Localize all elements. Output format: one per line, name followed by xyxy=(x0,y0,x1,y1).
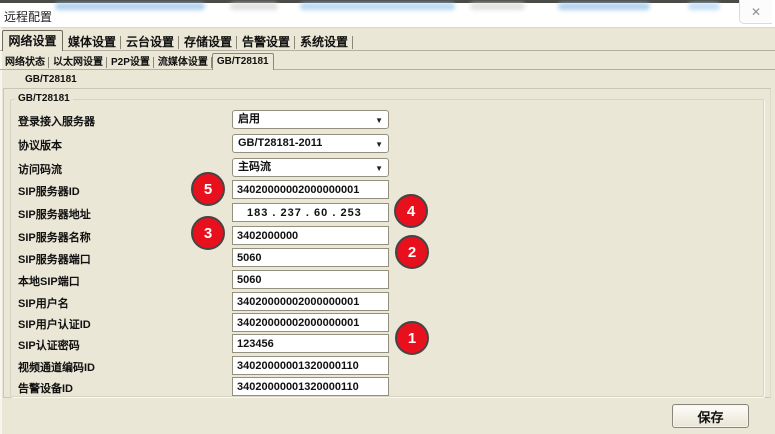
form-row-sip-user-auth-id: SIP用户认证ID xyxy=(18,313,518,332)
dropdown-value: 启用 xyxy=(238,113,260,125)
form-row-login-access-server: 登录接入服务器 启用 ▼ xyxy=(18,110,518,129)
chevron-down-icon: ▼ xyxy=(375,112,383,129)
sip-server-address-label: SIP服务器地址 xyxy=(18,206,91,222)
groupbox-legend: GB/T28181 xyxy=(15,93,73,104)
access-stream-dropdown[interactable]: 主码流 ▼ xyxy=(232,158,389,177)
sip-username-label: SIP用户名 xyxy=(18,295,69,311)
sip-server-name-label: SIP服务器名称 xyxy=(18,229,91,245)
save-button[interactable]: 保存 xyxy=(672,404,749,428)
annotation-marker-3: 3 xyxy=(191,216,225,250)
annotation-marker-4: 4 xyxy=(394,194,428,228)
window-title: 远程配置 xyxy=(4,8,52,25)
annotation-marker-2: 2 xyxy=(395,235,429,269)
local-sip-port-label: 本地SIP端口 xyxy=(18,273,80,289)
sip-server-name-input[interactable] xyxy=(232,226,389,245)
sip-auth-password-label: SIP认证密码 xyxy=(18,337,80,353)
local-sip-port-input[interactable] xyxy=(232,270,389,289)
sip-username-input[interactable] xyxy=(232,292,389,311)
tab-storage-settings[interactable]: 存储设置 xyxy=(179,34,237,51)
video-channel-id-input[interactable] xyxy=(232,356,389,375)
sip-server-port-input[interactable] xyxy=(232,248,389,267)
tab-ethernet-settings[interactable]: 以太网设置 xyxy=(49,56,107,70)
tab-p2p-settings[interactable]: P2P设置 xyxy=(107,56,154,70)
sip-server-address-input[interactable] xyxy=(232,203,389,222)
form-row-sip-username: SIP用户名 xyxy=(18,292,518,311)
tab-strip-divider xyxy=(0,69,775,70)
form-row-sip-server-address: SIP服务器地址 xyxy=(18,203,518,222)
chevron-down-icon: ▼ xyxy=(375,136,383,153)
background-blur-blob xyxy=(300,3,455,10)
form-row-sip-server-id: SIP服务器ID xyxy=(18,180,518,199)
video-channel-id-label: 视频通道编码ID xyxy=(18,359,95,375)
form-row-alarm-device-id: 告警设备ID xyxy=(18,377,518,396)
tab-ptz-settings[interactable]: 云台设置 xyxy=(121,34,179,51)
login-access-server-dropdown[interactable]: 启用 ▼ xyxy=(232,110,389,129)
page-sublabel: GB/T28181 xyxy=(25,74,77,85)
tab-gbt28181[interactable]: GB/T28181 xyxy=(212,53,274,70)
protocol-version-label: 协议版本 xyxy=(18,137,62,153)
close-icon: ✕ xyxy=(751,5,761,19)
sip-server-port-label: SIP服务器端口 xyxy=(18,251,91,267)
alarm-device-id-input[interactable] xyxy=(232,377,389,396)
tab-system-settings[interactable]: 系统设置 xyxy=(295,34,353,51)
annotation-marker-1: 1 xyxy=(395,321,429,355)
sip-server-id-input[interactable] xyxy=(232,180,389,199)
title-bar: 远程配置 ✕ xyxy=(0,0,775,27)
form-row-video-channel-id: 视频通道编码ID xyxy=(18,356,518,375)
form-row-sip-server-port: SIP服务器端口 xyxy=(18,248,518,267)
form-row-sip-auth-password: SIP认证密码 xyxy=(18,334,518,353)
background-blur-blob xyxy=(230,3,278,10)
background-blur-blob xyxy=(470,3,525,10)
tab-media-settings[interactable]: 媒体设置 xyxy=(63,34,121,51)
sip-server-id-label: SIP服务器ID xyxy=(18,183,80,199)
annotation-marker-5: 5 xyxy=(191,172,225,206)
tab-streaming-media-settings[interactable]: 流媒体设置 xyxy=(154,56,212,70)
tab-row-main: 网络设置 媒体设置 云台设置 存储设置 告警设置 系统设置 xyxy=(2,29,353,51)
background-blur-blob xyxy=(55,3,205,10)
form-row-sip-server-name: SIP服务器名称 xyxy=(18,226,518,245)
login-access-server-label: 登录接入服务器 xyxy=(18,113,95,129)
tab-alarm-settings[interactable]: 告警设置 xyxy=(237,34,295,51)
form-row-protocol-version: 协议版本 GB/T28181-2011 ▼ xyxy=(18,134,518,153)
tab-network-status[interactable]: 网络状态 xyxy=(1,56,49,70)
form-row-access-stream: 访问码流 主码流 ▼ xyxy=(18,158,518,177)
background-blur-blob xyxy=(688,3,720,10)
sip-user-auth-id-input[interactable] xyxy=(232,313,389,332)
protocol-version-dropdown[interactable]: GB/T28181-2011 ▼ xyxy=(232,134,389,153)
close-button[interactable]: ✕ xyxy=(739,0,772,24)
sip-user-auth-id-label: SIP用户认证ID xyxy=(18,316,91,332)
access-stream-label: 访问码流 xyxy=(18,161,62,177)
tab-row-network: 网络状态 以太网设置 P2P设置 流媒体设置 GB/T28181 xyxy=(1,52,274,70)
dropdown-value: GB/T28181-2011 xyxy=(238,137,322,149)
sip-auth-password-input[interactable] xyxy=(232,334,389,353)
form-row-local-sip-port: 本地SIP端口 xyxy=(18,270,518,289)
dropdown-value: 主码流 xyxy=(238,161,271,173)
chevron-down-icon: ▼ xyxy=(375,160,383,177)
alarm-device-id-label: 告警设备ID xyxy=(18,380,73,396)
background-blur-blob xyxy=(558,3,650,10)
tab-network-settings[interactable]: 网络设置 xyxy=(2,30,63,51)
